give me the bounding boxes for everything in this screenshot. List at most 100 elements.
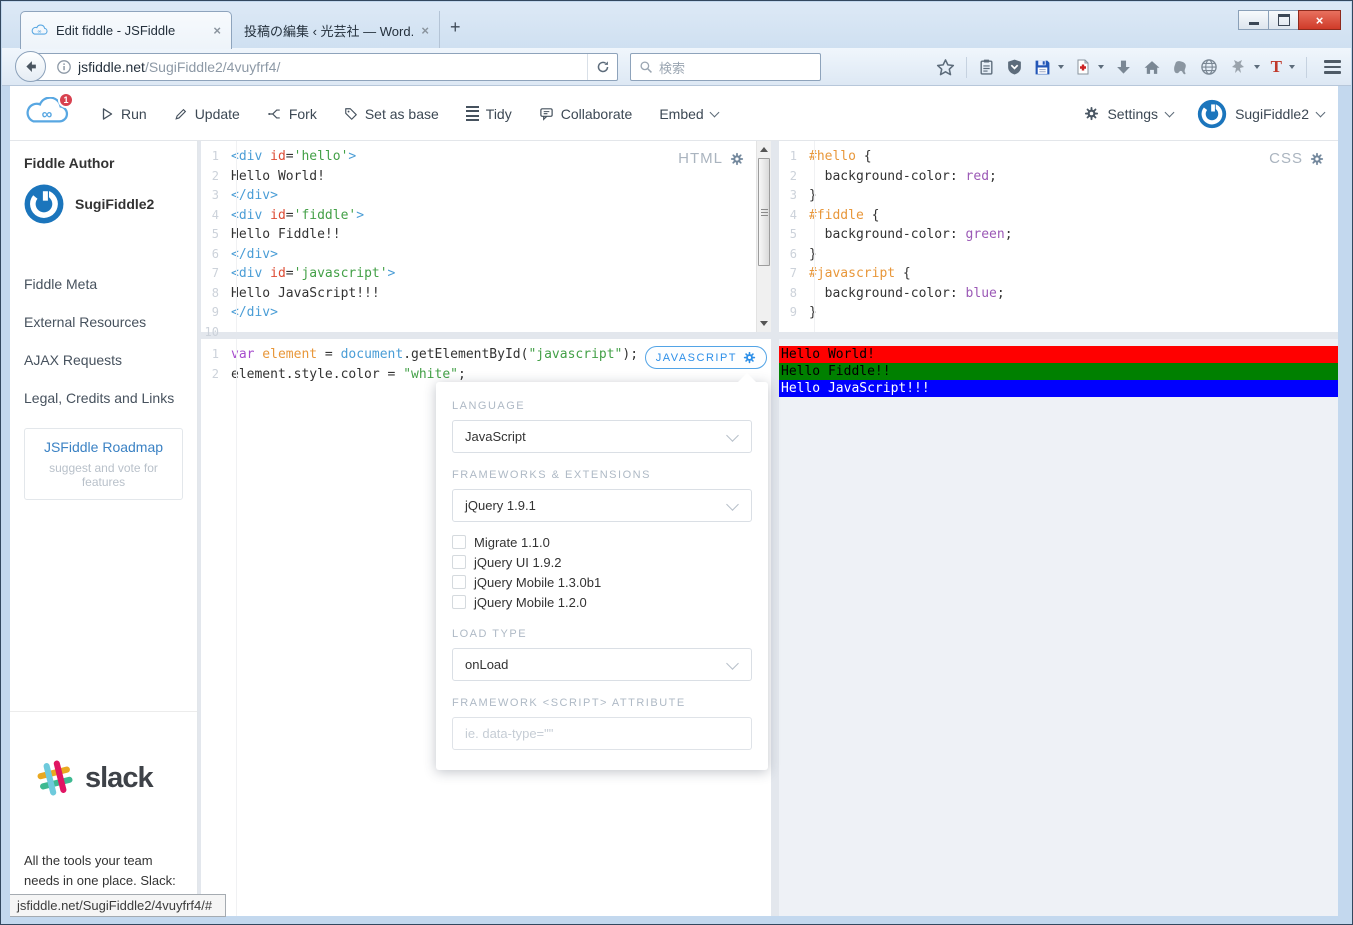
tidy-icon — [465, 106, 479, 121]
text-tool-icon[interactable]: T — [1271, 58, 1282, 75]
roadmap-box[interactable]: JSFiddle Roadmap suggest and vote for fe… — [24, 428, 183, 500]
sidebar-item[interactable]: AJAX Requests — [24, 352, 183, 368]
set-as-base-button[interactable]: Set as base — [344, 106, 439, 122]
css-editor[interactable]: 1 #hello {2 background-color: red; 3} 4 #fid… — [779, 141, 1338, 332]
load-type-label: LOAD TYPE — [452, 628, 528, 640]
code-line[interactable]: 5 Hello Fiddle!! — [201, 225, 771, 245]
code-line[interactable]: 9 </div> — [201, 303, 771, 323]
menu-icon[interactable] — [1318, 60, 1341, 74]
health-report-icon[interactable] — [1075, 58, 1091, 76]
save-dropdown-caret-icon[interactable] — [1057, 65, 1064, 69]
minimize-button[interactable] — [1238, 10, 1269, 30]
code-line[interactable]: 4 <div id='fiddle'> — [201, 206, 771, 226]
window-controls: × — [1238, 10, 1341, 30]
scrollbar-thumb[interactable] — [758, 158, 770, 266]
extension-moth-icon[interactable] — [1229, 59, 1247, 75]
extension-option[interactable]: jQuery UI 1.9.2 — [452, 552, 752, 572]
jsfiddle-header: ∞ 1 Run Update Fork Set as base Tidy Col… — [10, 86, 1338, 141]
user-avatar[interactable] — [1197, 99, 1227, 129]
embed-menu[interactable]: Embed — [659, 106, 720, 122]
extension-option[interactable]: jQuery Mobile 1.3.0b1 — [452, 572, 752, 592]
code-line[interactable]: 6 </div> — [201, 245, 771, 265]
language-select[interactable]: JavaScript — [452, 420, 752, 453]
script-attribute-input[interactable] — [452, 717, 752, 750]
collaborate-button[interactable]: Collaborate — [539, 106, 632, 122]
reload-button[interactable] — [587, 54, 617, 80]
scroll-up-button[interactable] — [757, 142, 771, 157]
back-button[interactable] — [15, 51, 46, 82]
search-bar[interactable]: 検索 — [630, 53, 821, 81]
code-line[interactable]: 8 background-color: blue; — [779, 284, 1338, 304]
shield-icon[interactable] — [1006, 58, 1023, 76]
fork-button[interactable]: Fork — [267, 106, 317, 122]
sidebar-item[interactable]: Fiddle Meta — [24, 276, 183, 292]
extension-dropdown-caret-icon[interactable] — [1253, 65, 1260, 69]
close-window-button[interactable]: × — [1298, 10, 1341, 30]
world-clipper-icon[interactable] — [1200, 58, 1218, 76]
settings-menu[interactable]: Settings — [1107, 106, 1158, 122]
css-panel-label: CSS — [1269, 150, 1303, 167]
tab-close-icon[interactable]: × — [421, 23, 429, 38]
line-number: 8 — [211, 285, 219, 300]
sidebar: Fiddle Author SugiFiddle2 Fiddle Meta Ext… — [10, 141, 198, 916]
checkbox[interactable] — [452, 555, 466, 569]
code-line[interactable]: 2 background-color: red; — [779, 167, 1338, 187]
page-info-icon[interactable] — [56, 59, 72, 75]
code-line[interactable]: 1 #hello { — [779, 147, 1338, 167]
code-line[interactable]: 3} — [779, 186, 1338, 206]
maximize-button[interactable] — [1268, 10, 1299, 30]
sidebar-item[interactable]: External Resources — [24, 314, 183, 330]
author-name[interactable]: SugiFiddle2 — [75, 196, 154, 212]
url-bar[interactable]: jsfiddle.net/SugiFiddle2/4vuyfrf4/ — [31, 53, 618, 81]
extension-option[interactable]: Migrate 1.1.0 — [452, 532, 752, 552]
load-type-select[interactable]: onLoad — [452, 648, 752, 681]
code-line[interactable]: 6} — [779, 245, 1338, 265]
text-dropdown-caret-icon[interactable] — [1289, 65, 1295, 69]
code-line[interactable]: 4 #fiddle { — [779, 206, 1338, 226]
scroll-down-button[interactable] — [757, 316, 771, 331]
code-line[interactable]: 2 Hello World! — [201, 167, 771, 187]
bookmarks-list-icon[interactable] — [978, 58, 995, 76]
checkbox[interactable] — [452, 535, 466, 549]
tab-close-icon[interactable]: × — [213, 23, 221, 38]
roadmap-link[interactable]: JSFiddle Roadmap — [31, 439, 176, 455]
tab-wordpress[interactable]: 投稿の編集 ‹ 光芸社 — Word... × — [234, 11, 440, 49]
html-editor[interactable]: 1 <div id='hello'> 2 Hello World! 3 </div> 4 <d… — [201, 141, 771, 339]
line-number: 4 — [211, 207, 219, 222]
username-menu[interactable]: SugiFiddle2 — [1235, 106, 1309, 122]
chevron-down-icon — [726, 497, 739, 511]
html-settings-gear-icon[interactable] — [730, 152, 744, 166]
slack-ad[interactable]: slack All the tools your team needs in o… — [10, 711, 197, 911]
scrollbar[interactable] — [756, 141, 771, 332]
author-avatar[interactable] — [24, 184, 64, 224]
extension-option[interactable]: jQuery Mobile 1.2.0 — [452, 592, 752, 612]
tidy-button[interactable]: Tidy — [465, 106, 512, 122]
css-settings-gear-icon[interactable] — [1310, 152, 1324, 166]
bookmark-star-icon[interactable] — [936, 58, 955, 77]
run-button[interactable]: Run — [100, 106, 147, 122]
framework-select[interactable]: jQuery 1.9.1 — [452, 489, 752, 522]
evernote-icon[interactable] — [1172, 59, 1189, 76]
downloads-icon[interactable] — [1115, 59, 1132, 76]
tab-jsfiddle[interactable]: ∞ Edit fiddle - JSFiddle × — [20, 11, 232, 49]
code-line[interactable]: 3 </div> — [201, 186, 771, 206]
code-line[interactable]: 9} — [779, 303, 1338, 323]
browser-window: ∞ Edit fiddle - JSFiddle × 投稿の編集 ‹ 光芸社 —… — [0, 0, 1353, 925]
home-icon[interactable] — [1143, 59, 1161, 76]
code-line[interactable]: 7 <div id='javascript'> — [201, 264, 771, 284]
sidebar-item[interactable]: Legal, Credits and Links — [24, 390, 183, 406]
code-line[interactable]: 8 Hello JavaScript!!! — [201, 284, 771, 304]
chevron-down-icon — [1164, 107, 1175, 117]
fork-icon — [268, 108, 280, 119]
save-floppy-icon[interactable] — [1034, 59, 1051, 76]
url-host: jsfiddle.net — [78, 59, 145, 75]
checkbox[interactable] — [452, 575, 466, 589]
code-line[interactable]: 5 background-color: green; — [779, 225, 1338, 245]
jsfiddle-logo[interactable]: ∞ 1 — [24, 92, 74, 127]
new-tab-button[interactable]: + — [450, 18, 461, 36]
update-button[interactable]: Update — [174, 106, 240, 122]
code-line[interactable]: 7 #javascript { — [779, 264, 1338, 284]
javascript-settings-button[interactable]: JAVASCRIPT — [644, 346, 767, 369]
health-dropdown-caret-icon[interactable] — [1097, 65, 1104, 69]
checkbox[interactable] — [452, 595, 466, 609]
